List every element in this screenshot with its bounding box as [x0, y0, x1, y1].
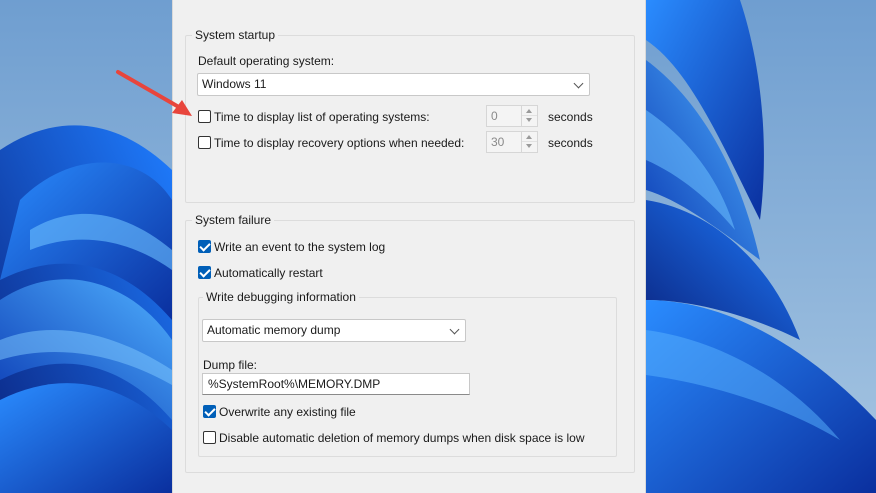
dump-file-label: Dump file:: [203, 358, 258, 372]
time-recovery-label: Time to display recovery options when ne…: [214, 136, 465, 150]
write-event-label: Write an event to the system log: [214, 240, 386, 254]
default-os-select[interactable]: Windows 11: [197, 73, 590, 96]
dump-type-value: Automatic memory dump: [207, 323, 341, 337]
overwrite-label: Overwrite any existing file: [219, 405, 356, 419]
disable-deletion-checkbox[interactable]: [203, 431, 216, 444]
auto-restart-label: Automatically restart: [214, 266, 323, 280]
disable-deletion-label: Disable automatic deletion of memory dum…: [219, 431, 585, 445]
time-recovery-spinner[interactable]: 30: [486, 131, 538, 153]
time-recovery-checkbox[interactable]: [198, 136, 211, 149]
time-recovery-value: 30: [491, 135, 505, 149]
time-recovery-unit: seconds: [548, 136, 593, 150]
default-os-value: Windows 11: [202, 77, 267, 91]
dump-type-select[interactable]: Automatic memory dump: [202, 319, 466, 342]
debug-info-title: Write debugging information: [203, 290, 359, 305]
spin-down-icon[interactable]: [522, 142, 537, 152]
system-startup-title: System startup: [192, 28, 279, 43]
dump-file-value: %SystemRoot%\MEMORY.DMP: [208, 377, 381, 391]
startup-recovery-dialog: System startup Default operating system:…: [172, 0, 646, 493]
auto-restart-checkbox[interactable]: [198, 266, 211, 279]
spin-down-icon[interactable]: [522, 116, 537, 126]
write-event-checkbox[interactable]: [198, 240, 211, 253]
chevron-down-icon: [573, 78, 584, 89]
time-list-label: Time to display list of operating system…: [214, 110, 430, 124]
overwrite-checkbox[interactable]: [203, 405, 216, 418]
time-list-value: 0: [491, 109, 498, 123]
time-list-checkbox[interactable]: [198, 110, 211, 123]
chevron-down-icon: [449, 324, 460, 335]
time-list-spinner[interactable]: 0: [486, 105, 538, 127]
annotation-arrow-icon: [116, 70, 192, 116]
spin-up-icon[interactable]: [522, 106, 537, 116]
system-failure-title: System failure: [192, 213, 275, 228]
default-os-label: Default operating system:: [198, 54, 335, 68]
dump-file-input[interactable]: %SystemRoot%\MEMORY.DMP: [202, 373, 470, 395]
spin-up-icon[interactable]: [522, 132, 537, 142]
time-list-unit: seconds: [548, 110, 593, 124]
